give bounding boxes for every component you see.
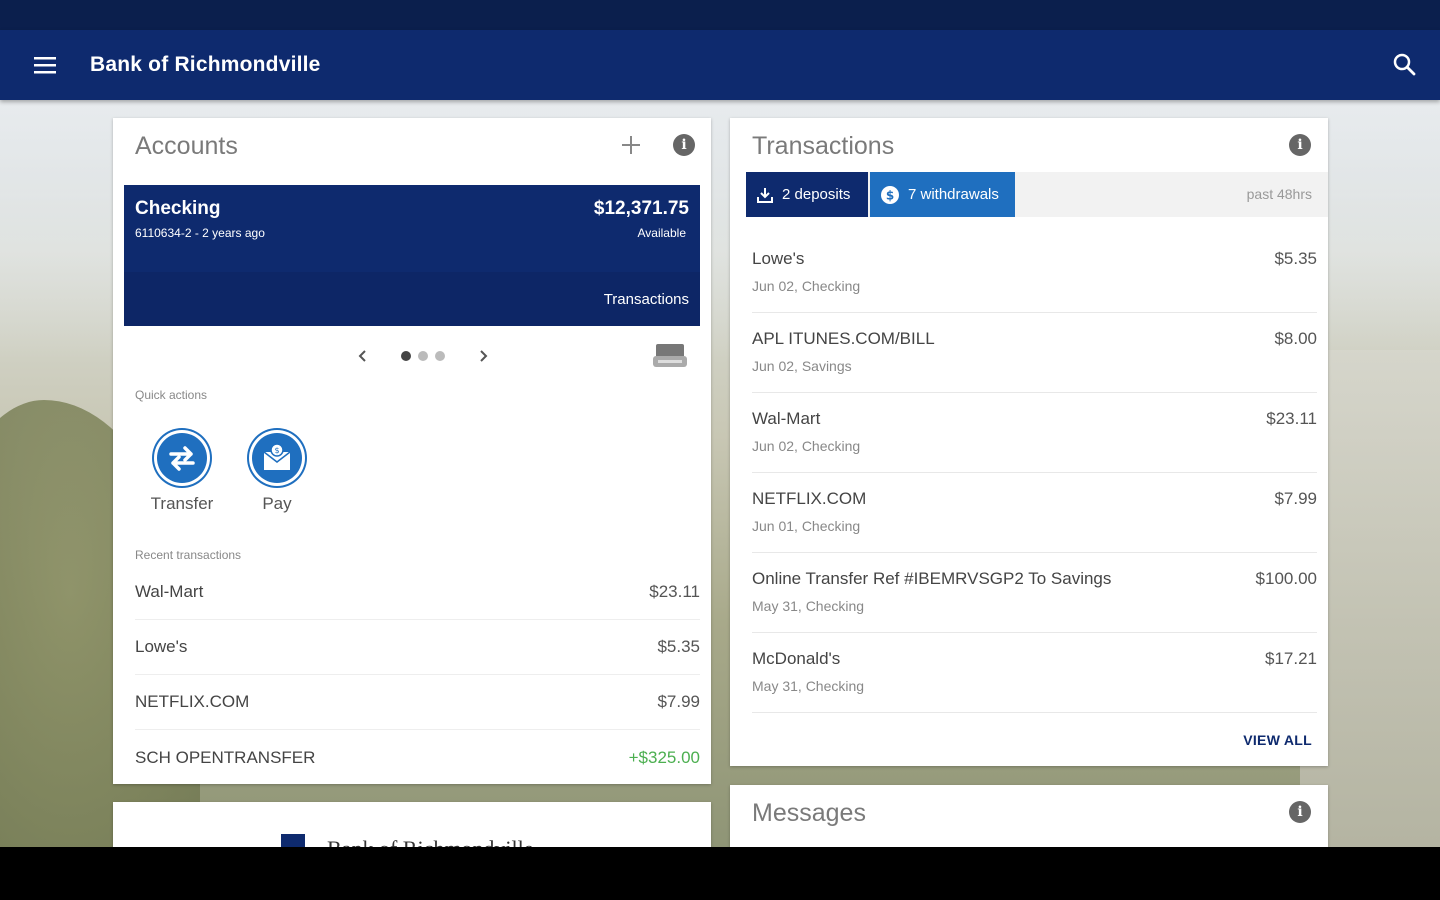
recent-transaction-name: NETFLIX.COM [135, 692, 250, 711]
tab-withdrawals-label: 7 withdrawals [908, 186, 999, 203]
recent-transaction-row[interactable]: NETFLIX.COM $7.99 [135, 675, 700, 730]
transaction-details: Jun 01, Checking [752, 518, 861, 534]
app-bar: Bank of Richmondville [0, 30, 1440, 100]
accounts-card: Accounts i Checking 6110634-2 - 2 years … [113, 118, 711, 784]
messages-info-icon[interactable]: i [1289, 801, 1311, 823]
recent-transaction-amount: +$325.00 [628, 747, 700, 767]
tab-withdrawals[interactable]: $ 7 withdrawals [870, 172, 1015, 217]
view-all-button[interactable]: VIEW ALL [1243, 732, 1312, 748]
transaction-amount: $100.00 [1255, 569, 1317, 588]
messages-title: Messages [752, 798, 866, 827]
add-account-button[interactable] [618, 132, 644, 158]
transactions-card: Transactions i 2 deposits $ 7 withdrawal… [730, 118, 1328, 766]
transaction-amount: $17.21 [1265, 649, 1317, 668]
transaction-name: APL ITUNES.COM/BILL [752, 329, 935, 348]
transfer-button[interactable]: Transfer [142, 430, 222, 514]
transaction-name: Online Transfer Ref #IBEMRVSGP2 To Savin… [752, 569, 1112, 588]
recent-transaction-row[interactable]: SCH OPENTRANSFER +$325.00 [135, 730, 700, 785]
recent-transaction-name: SCH OPENTRANSFER [135, 747, 316, 767]
messages-header: Messages [730, 785, 1328, 841]
recent-transactions-label: Recent transactions [135, 548, 242, 562]
account-name: Checking [135, 198, 221, 219]
app-title: Bank of Richmondville [90, 53, 321, 76]
transaction-details: Jun 02, Checking [752, 438, 861, 454]
transaction-amount: $23.11 [1266, 409, 1317, 428]
svg-text:$: $ [274, 446, 279, 455]
transactions-header: Transactions [730, 118, 1328, 174]
transfer-icon [154, 430, 210, 486]
transaction-row[interactable]: Wal-Mart Jun 02, Checking $23.11 [752, 393, 1317, 473]
pager-dots [401, 351, 445, 361]
pay-label: Pay [262, 494, 292, 513]
tab-deposits-label: 2 deposits [782, 186, 851, 203]
recent-transaction-name: Lowe's [135, 637, 188, 656]
transactions-title: Transactions [752, 131, 895, 160]
transaction-row[interactable]: NETFLIX.COM Jun 01, Checking $7.99 [752, 473, 1317, 553]
transaction-amount: $5.35 [1274, 249, 1317, 268]
tab-deposits[interactable]: 2 deposits [746, 172, 868, 217]
plus-icon [622, 136, 640, 154]
transaction-row[interactable]: Online Transfer Ref #IBEMRVSGP2 To Savin… [752, 553, 1317, 633]
transaction-details: May 31, Checking [752, 598, 865, 614]
recent-transaction-row[interactable]: Wal-Mart $23.11 [135, 565, 700, 620]
transaction-amount: $8.00 [1274, 329, 1317, 348]
transactions-info-icon[interactable]: i [1289, 134, 1311, 156]
search-icon [1393, 53, 1416, 76]
account-balance: $12,371.75 [593, 198, 689, 219]
transaction-name: NETFLIX.COM [752, 489, 867, 508]
transaction-row[interactable]: McDonald's May 31, Checking $17.21 [752, 633, 1317, 713]
transfer-label: Transfer [150, 494, 214, 513]
hamburger-icon [34, 57, 56, 74]
pay-icon: $ [249, 430, 305, 486]
transaction-row[interactable]: Lowe's Jun 02, Checking $5.35 [752, 233, 1317, 313]
check-deposit-icon[interactable] [652, 342, 688, 370]
pay-button[interactable]: $ Pay [237, 430, 317, 514]
quick-actions-label: Quick actions [135, 388, 208, 402]
account-pager [353, 346, 493, 366]
menu-button[interactable] [0, 30, 90, 100]
transaction-name: McDonald's [752, 649, 841, 668]
recent-transaction-row[interactable]: Lowe's $5.35 [135, 620, 700, 675]
accounts-info-icon[interactable]: i [673, 134, 695, 156]
messages-card: Messages i [730, 785, 1328, 855]
recent-transaction-amount: $7.99 [657, 692, 700, 711]
transaction-details: May 31, Checking [752, 678, 865, 694]
recent-transaction-amount: $23.11 [649, 582, 700, 601]
pager-dot[interactable] [401, 351, 411, 361]
account-subtitle: 6110634-2 - 2 years ago [135, 226, 265, 240]
chevron-right-icon[interactable] [473, 346, 493, 366]
navigation-bar [0, 847, 1440, 900]
period-label: past 48hrs [1246, 186, 1312, 202]
download-icon [757, 187, 773, 203]
pager-dot[interactable] [435, 351, 445, 361]
recent-transaction-amount: $5.35 [657, 637, 700, 656]
transaction-name: Lowe's [752, 249, 805, 268]
transaction-amount: $7.99 [1274, 489, 1317, 508]
accounts-title: Accounts [135, 131, 238, 160]
transaction-name: Wal-Mart [752, 409, 821, 428]
transaction-row[interactable]: APL ITUNES.COM/BILL Jun 02, Savings $8.0… [752, 313, 1317, 393]
checking-account-tile[interactable]: Checking 6110634-2 - 2 years ago $12,371… [124, 185, 700, 326]
status-bar [0, 0, 1440, 30]
transaction-details: Jun 02, Savings [752, 358, 852, 374]
transactions-filter-bar: 2 deposits $ 7 withdrawals past 48hrs [746, 172, 1328, 217]
dollar-icon: $ [881, 185, 899, 204]
recent-transaction-name: Wal-Mart [135, 582, 204, 601]
chevron-left-icon[interactable] [353, 346, 373, 366]
search-button[interactable] [1392, 52, 1418, 78]
balance-label: Available [637, 226, 686, 240]
svg-text:$: $ [886, 188, 894, 202]
account-transactions-link[interactable]: Transactions [604, 291, 689, 308]
pager-dot[interactable] [418, 351, 428, 361]
transaction-details: Jun 02, Checking [752, 278, 861, 294]
